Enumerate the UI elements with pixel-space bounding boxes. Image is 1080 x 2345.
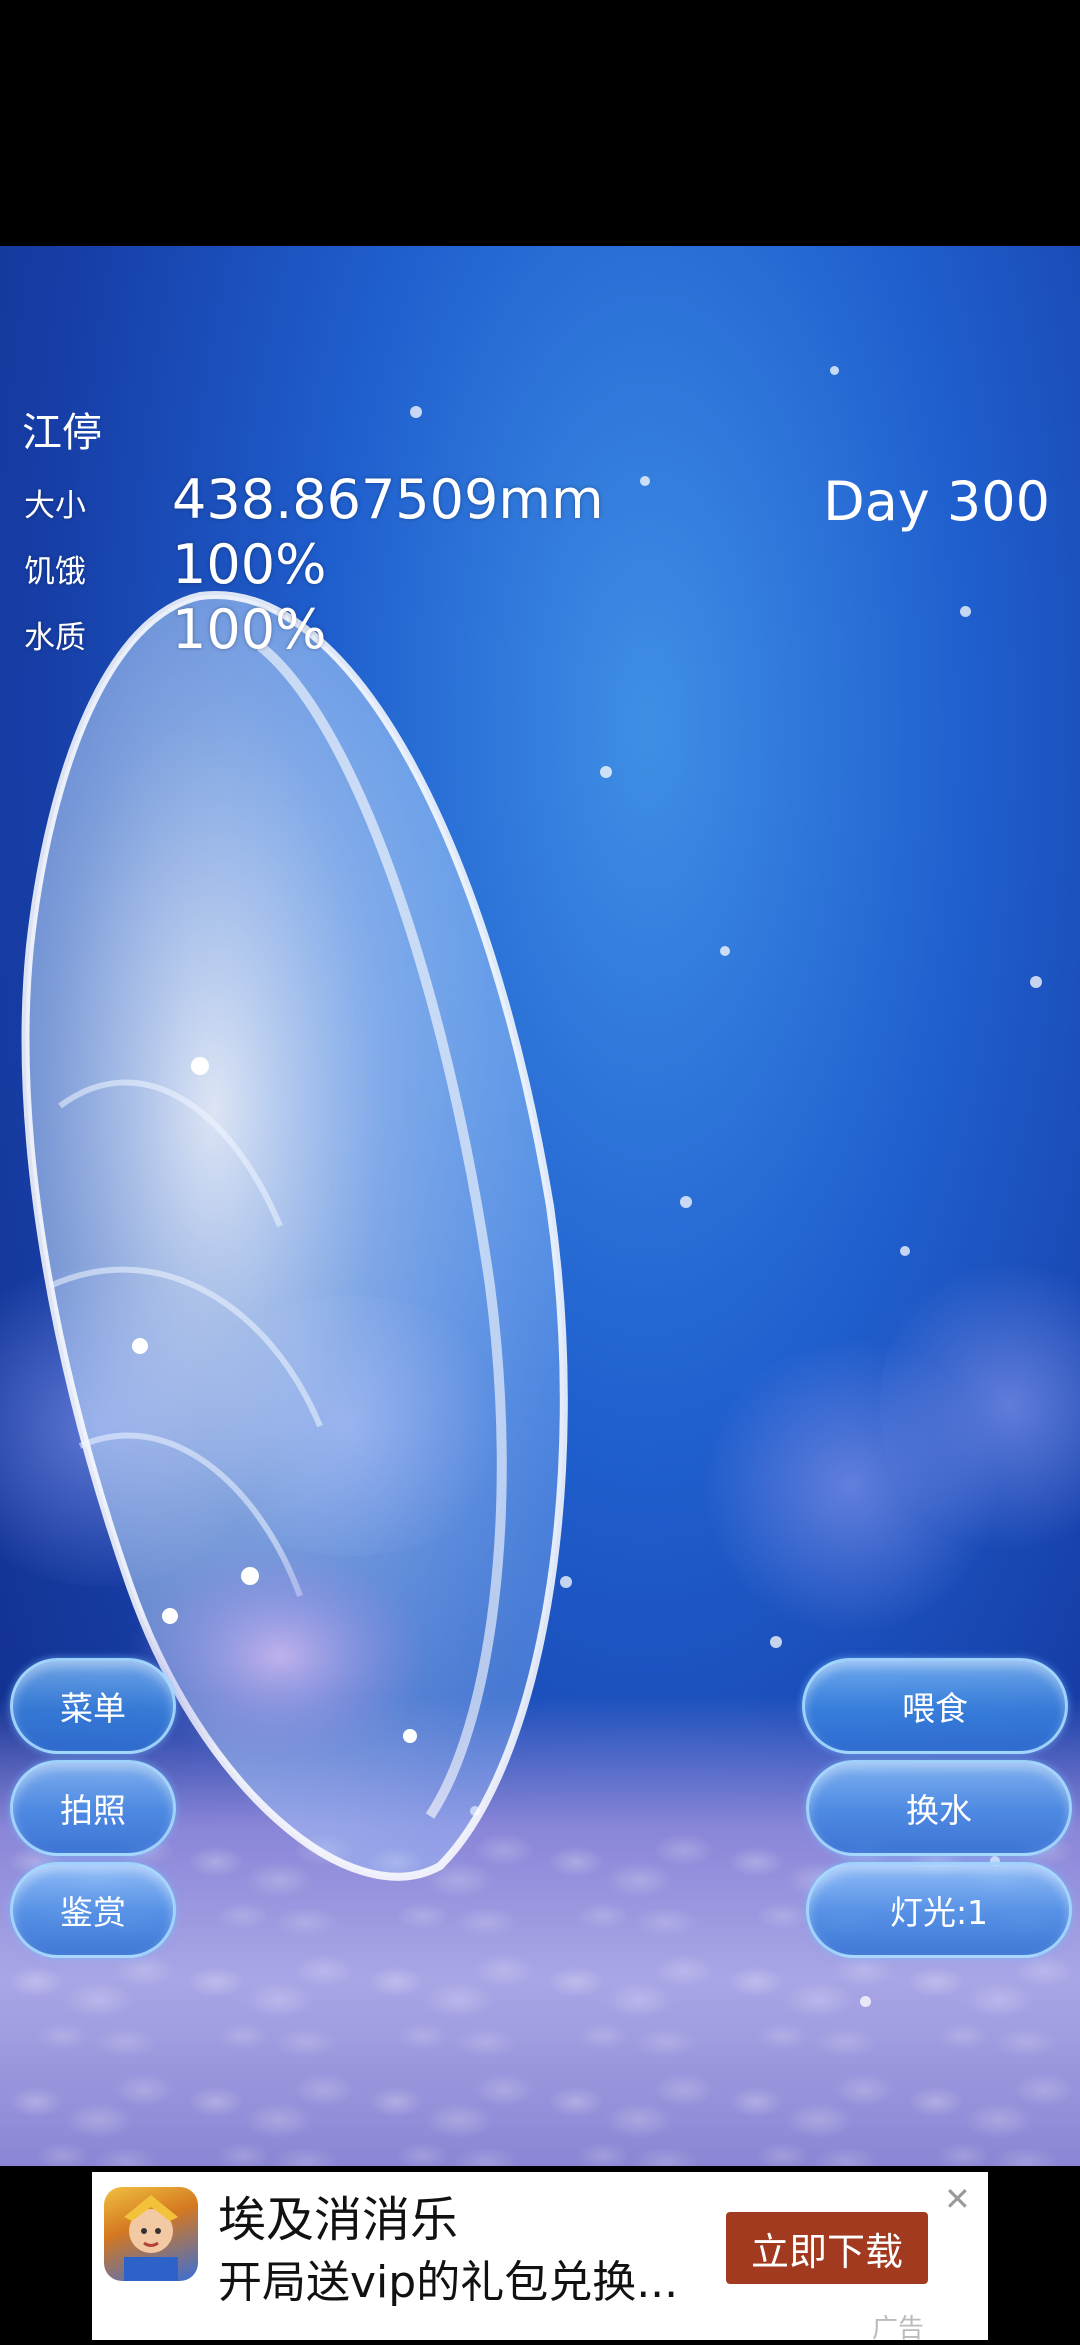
day-counter: Day 300	[823, 470, 1050, 533]
water-quality-value: 100%	[172, 598, 327, 661]
particle	[410, 406, 422, 418]
particle	[640, 476, 650, 486]
particle	[680, 1196, 692, 1208]
gallery-button[interactable]: 鉴赏	[10, 1862, 176, 1958]
hunger-label: 饥饿	[24, 554, 86, 590]
ad-title: 埃及消消乐	[218, 2192, 459, 2248]
particle	[900, 1246, 910, 1256]
particle	[960, 606, 971, 617]
particle	[600, 766, 612, 778]
game-app-icon[interactable]	[104, 2187, 198, 2281]
water-quality-label: 水质	[24, 620, 86, 656]
close-icon[interactable]: ✕	[944, 2180, 971, 2218]
feed-button[interactable]: 喂食	[802, 1658, 1068, 1754]
particle	[770, 1636, 782, 1648]
pet-name: 江停	[22, 410, 102, 456]
size-label: 大小	[24, 488, 86, 524]
light-button[interactable]: 灯光:1	[806, 1862, 1072, 1958]
hunger-value: 100%	[172, 533, 327, 596]
size-value: 438.867509mm	[172, 468, 604, 531]
menu-button[interactable]: 菜单	[10, 1658, 176, 1754]
particle	[720, 946, 730, 956]
photo-button[interactable]: 拍照	[10, 1760, 176, 1856]
status-bar-area	[0, 0, 1080, 246]
change-water-button[interactable]: 换水	[806, 1760, 1072, 1856]
ad-subtitle: 开局送vip的礼包兑换...	[218, 2257, 679, 2308]
ad-banner[interactable]: 埃及消消乐 开局送vip的礼包兑换... 立即下载 ✕ 广告	[92, 2172, 988, 2344]
particle	[1030, 976, 1042, 988]
particle	[830, 366, 839, 375]
particle	[860, 1996, 871, 2007]
download-button[interactable]: 立即下载	[726, 2212, 928, 2284]
ad-tag: 广告	[872, 2314, 925, 2344]
